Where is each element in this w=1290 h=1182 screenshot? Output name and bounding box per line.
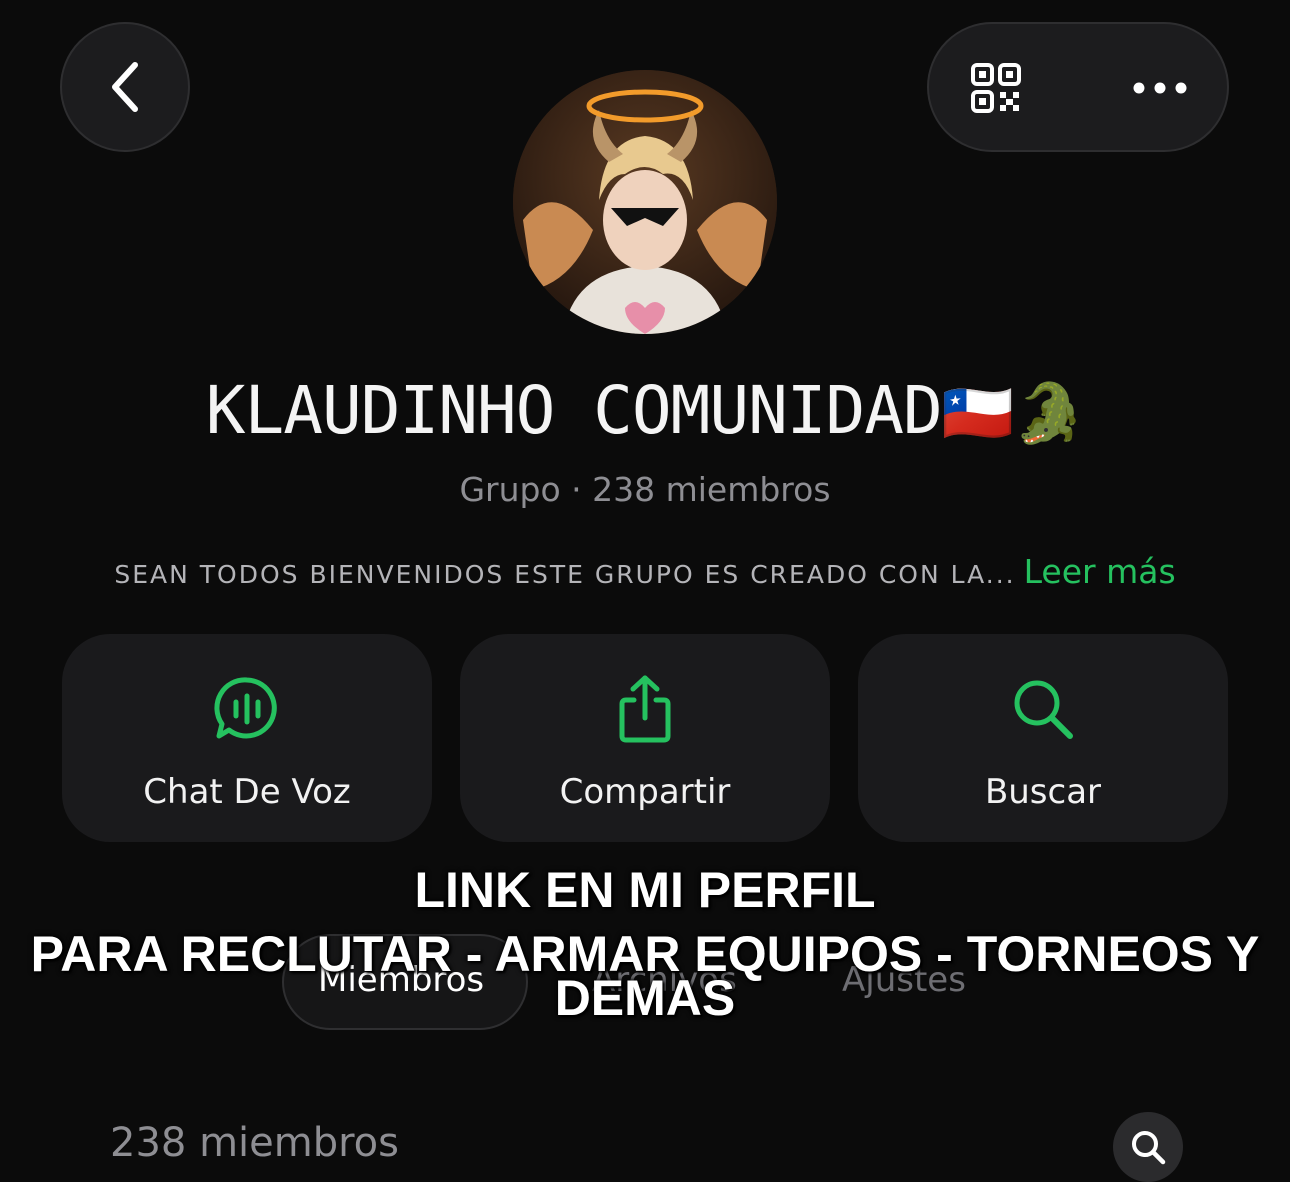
qr-code-button[interactable] <box>966 58 1026 118</box>
tab-files[interactable]: Archivos <box>592 960 737 1000</box>
share-button[interactable]: Compartir <box>460 634 830 842</box>
qr-code-icon <box>971 63 1021 113</box>
chevron-left-icon <box>112 62 138 112</box>
tab-settings[interactable]: Ajustes <box>842 960 966 1000</box>
group-avatar[interactable] <box>513 70 777 334</box>
group-name-text: KLAUDINHO COMUNIDAD <box>205 372 943 449</box>
search-icon <box>1008 674 1078 744</box>
overlay-caption: LINK EN MI PERFIL PARA RECLUTAR - ARMAR … <box>0 858 1290 1030</box>
search-icon <box>1132 1131 1166 1165</box>
more-horizontal-icon <box>1133 82 1187 94</box>
search-action-button[interactable]: Buscar <box>858 634 1228 842</box>
share-label: Compartir <box>559 772 731 812</box>
search-label: Buscar <box>984 772 1102 812</box>
group-name: KLAUDINHO COMUNIDAD🇨🇱🐊 <box>0 372 1290 449</box>
more-options-button[interactable] <box>1120 60 1200 116</box>
back-button[interactable] <box>60 22 190 152</box>
voice-chat-label: Chat De Voz <box>143 772 351 812</box>
group-description: SEAN TODOS BIENVENIDOS ESTE GRUPO ES CRE… <box>0 552 1290 591</box>
group-name-emojis: 🇨🇱🐊 <box>941 379 1085 447</box>
share-icon <box>610 674 680 744</box>
members-search-button[interactable] <box>1113 1112 1183 1182</box>
tab-members[interactable]: Miembros <box>318 960 484 1000</box>
members-count: 238 miembros <box>110 1120 399 1166</box>
group-description-text: SEAN TODOS BIENVENIDOS ESTE GRUPO ES CRE… <box>114 560 1016 589</box>
read-more-link[interactable]: Leer más <box>1024 552 1176 591</box>
overlay-line-1: LINK EN MI PERFIL <box>414 862 876 918</box>
group-subtitle: Grupo · 238 miembros <box>459 470 831 509</box>
voice-chat-button[interactable]: Chat De Voz <box>62 634 432 842</box>
voice-chat-icon <box>212 674 282 744</box>
group-avatar-image <box>513 70 777 334</box>
